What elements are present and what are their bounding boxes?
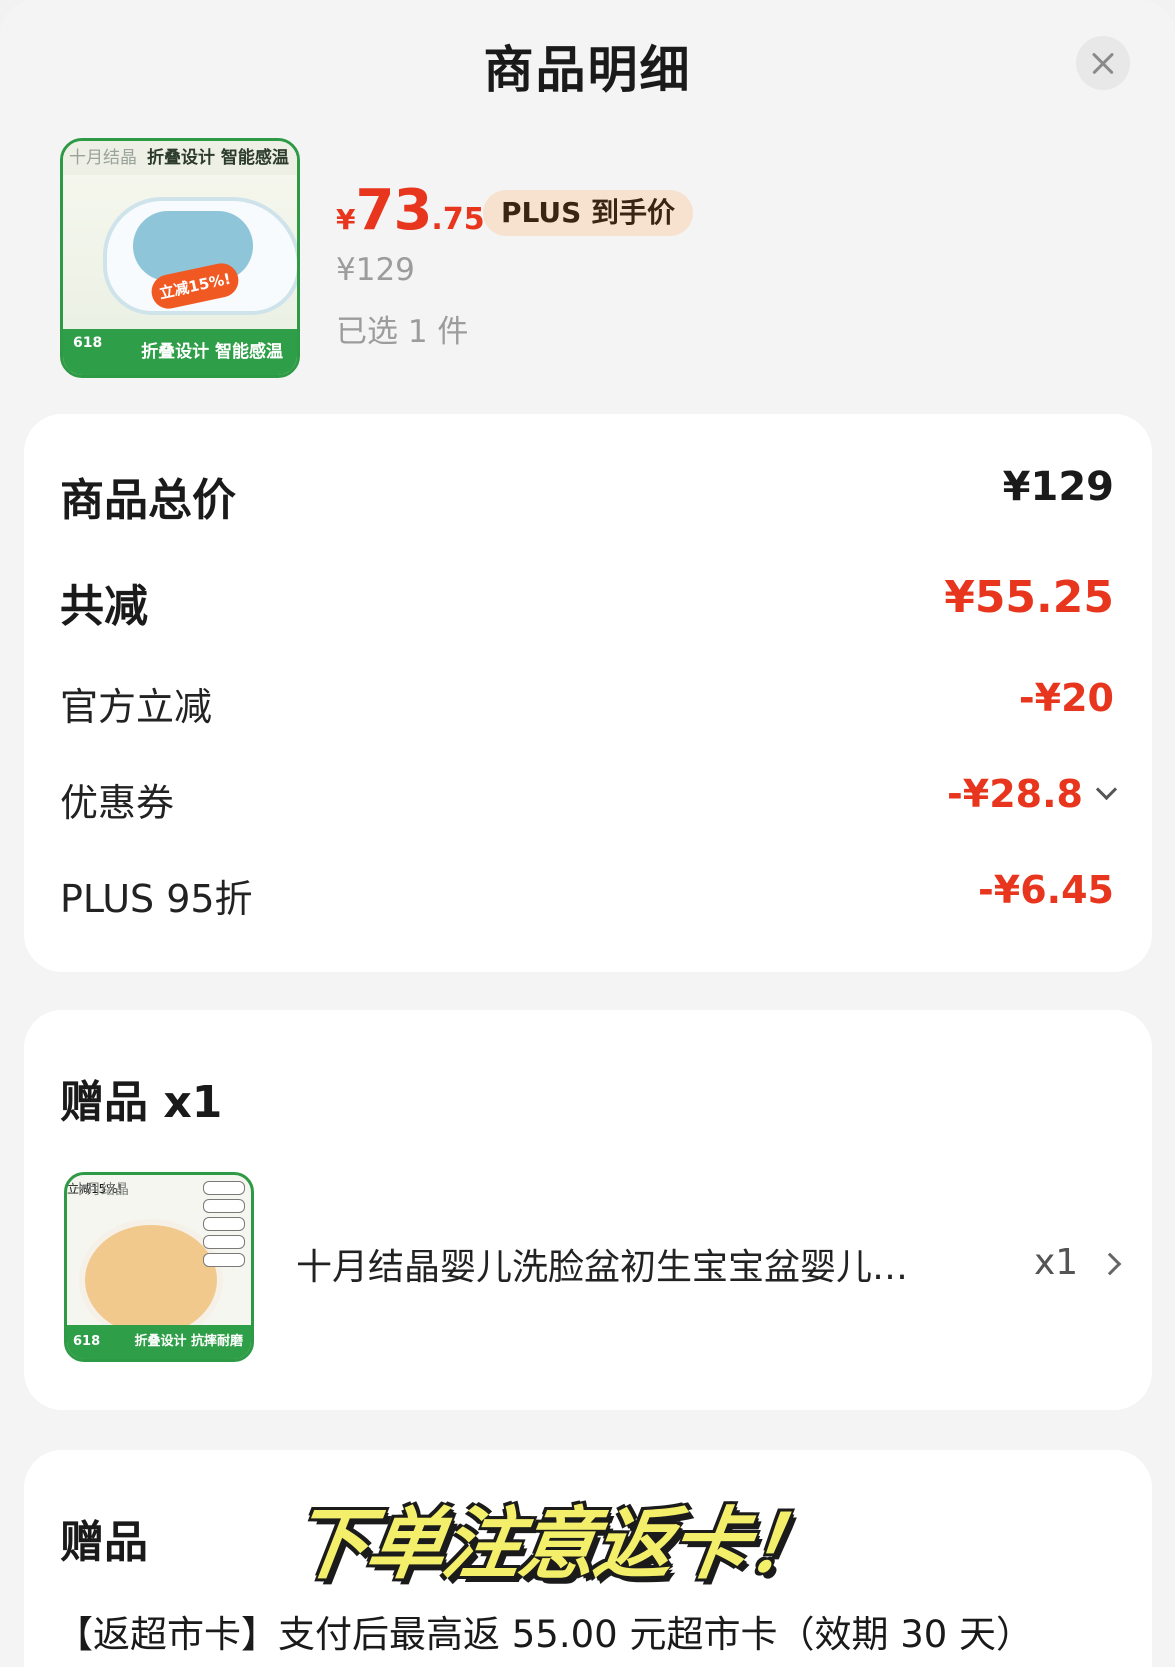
feature-tags [203, 1181, 245, 1271]
basin-graphic [79, 1219, 223, 1341]
price-summary-card: 商品总价 ¥129 共减 ¥55.25 官方立减 -¥20 优惠券 -¥28.8… [24, 414, 1152, 972]
return-card-description: 【返超市卡】支付后最高返 55.00 元超市卡（效期 30 天） [56, 1613, 1034, 1656]
gift-return-title: 赠品 [60, 1517, 148, 1568]
product-image-headline: 十月结晶 折叠设计 智能感温 [63, 141, 297, 175]
product-image[interactable]: 十月结晶 折叠设计 智能感温 立减15%! 618 折叠设计 智能感温 [60, 138, 300, 378]
price-decimal: .75 [431, 202, 485, 237]
plus-discount-label: PLUS 95折 [60, 877, 253, 921]
price-integer: 73 [355, 178, 432, 243]
final-price: ¥73.75 [336, 178, 485, 243]
total-discount-label: 共减 [60, 581, 148, 632]
chevron-right-icon[interactable] [1098, 1252, 1122, 1276]
official-discount-label: 官方立减 [60, 685, 213, 729]
close-icon[interactable] [1076, 36, 1130, 90]
page-title: 商品明细 [483, 41, 692, 99]
coupon-value: -¥28.8 [947, 772, 1083, 816]
gift-card: 赠品 x1 十月结晶 立减15%! 618 折叠设计 抗摔耐磨 十月结晶婴儿洗脸盆… [24, 1010, 1152, 1410]
product-image-footer: 618 折叠设计 智能感温 [63, 329, 297, 375]
coupon-label: 优惠券 [60, 781, 175, 825]
total-discount-value: ¥55.25 [944, 572, 1114, 623]
price-currency: ¥ [336, 203, 356, 236]
official-discount-value: -¥20 [1018, 676, 1114, 720]
selected-count: 已选 1 件 [336, 314, 469, 350]
gift-item-name[interactable]: 十月结晶婴儿洗脸盆初生宝宝盆婴儿洗脸盆 [296, 1238, 936, 1290]
detail-sheet: 商品明细 十月结晶 折叠设计 智能感温 立减15%! 618 折叠设计 智能感温 ¥… [0, 0, 1175, 1667]
gift-title: 赠品 x1 [60, 1077, 223, 1128]
product-image-brand: 十月结晶 [69, 148, 137, 168]
total-price-value: ¥129 [1002, 464, 1114, 510]
gift-item-quantity: x1 [1034, 1242, 1079, 1283]
gift-image-footer: 618 折叠设计 抗摔耐磨 [67, 1325, 251, 1359]
badge-618: 618 [73, 335, 103, 351]
coupon-row-value[interactable]: -¥28.8 [947, 772, 1118, 816]
total-price-label: 商品总价 [60, 475, 236, 526]
return-card-banner: 下单注意返卡！ [284, 1500, 830, 1590]
gift-badge-618: 618 [73, 1334, 101, 1349]
chevron-down-icon[interactable] [1095, 778, 1118, 801]
original-price: ¥129 [336, 252, 415, 288]
gift-image[interactable]: 十月结晶 立减15%! 618 折叠设计 抗摔耐磨 [64, 1172, 254, 1362]
plus-discount-value: -¥6.45 [978, 868, 1114, 912]
gift-image-brand: 十月结晶 [73, 1182, 129, 1198]
plus-price-badge: PLUS 到手价 [483, 190, 694, 236]
